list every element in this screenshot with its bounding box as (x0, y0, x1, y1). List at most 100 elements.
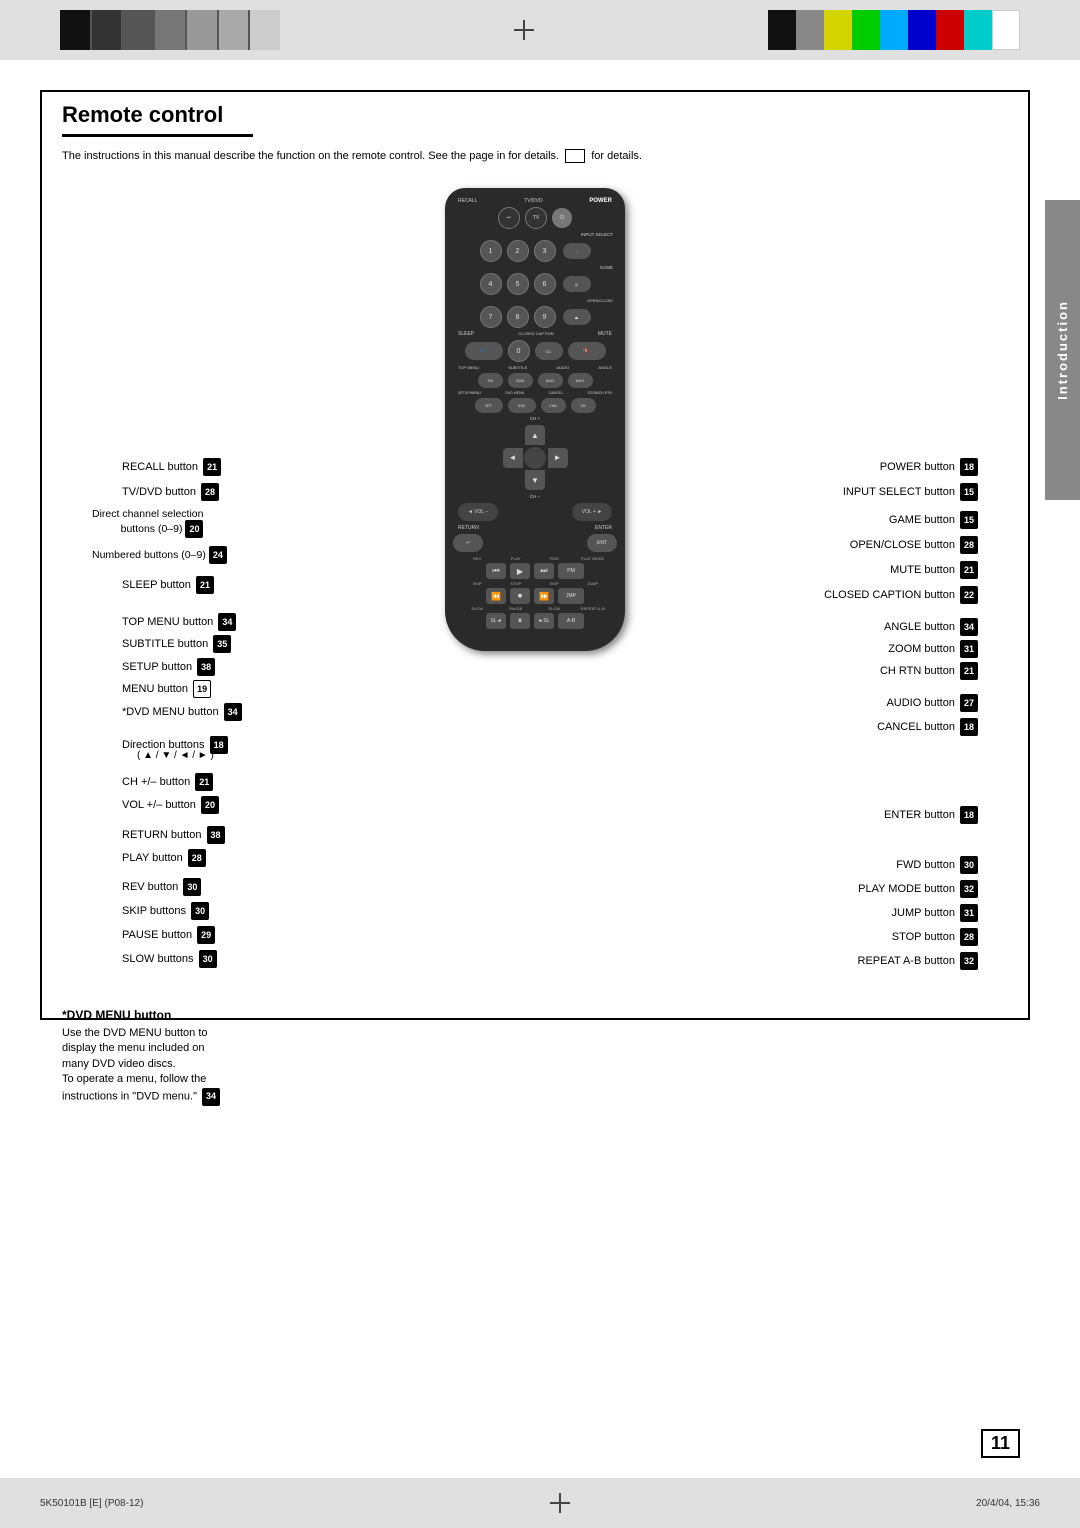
skip-fwd-btn[interactable]: ⏩ (534, 588, 554, 604)
d-pad: ▲ ◄ ► ▼ (503, 425, 568, 490)
crosshair-icon (514, 20, 534, 40)
top-menu-btn[interactable]: TM (478, 373, 503, 388)
audio-btn[interactable]: AUD (538, 373, 563, 388)
stop-label: STOP (497, 581, 536, 586)
anno-return: RETURN button 38 (122, 826, 225, 844)
input-select-btn[interactable]: → (563, 243, 591, 259)
btn-5[interactable]: 5 (507, 273, 529, 295)
ch-plus-label: CH + (453, 416, 617, 421)
recall-label: RECALL (458, 198, 477, 204)
btn-2[interactable]: 2 (507, 240, 529, 262)
jump-btn[interactable]: JMP (558, 588, 584, 604)
tvdvd-btn[interactable]: TV (525, 207, 547, 229)
power-btn[interactable]: ⏻ (552, 208, 572, 228)
btn-0[interactable]: 0 (508, 340, 530, 362)
btn-6[interactable]: 6 (534, 273, 556, 295)
play-label: PLAY (497, 556, 536, 561)
stop-btn[interactable]: ⏹ (510, 588, 530, 604)
anno-game: GAME button 15 (889, 511, 978, 529)
anno-sleep: SLEEP button 21 (122, 576, 214, 594)
anno-top-menu: TOP MENU button 34 (122, 613, 236, 631)
btn-3[interactable]: 3 (534, 240, 556, 262)
anno-closed-caption: CLOSED CAPTION button 22 (824, 586, 978, 604)
dvd-menu-btn[interactable]: DVD (508, 398, 536, 413)
mute-label: MUTE (598, 331, 612, 337)
game-btn[interactable]: ◎ (563, 276, 591, 292)
playback-labels-2: SKIP STOP SKIP JUMP (453, 581, 617, 586)
play-mode-label: PLAY MODE (574, 556, 613, 561)
btn-1[interactable]: 1 (480, 240, 502, 262)
fwd-btn[interactable]: ⏭ (534, 563, 554, 579)
introduction-tab: Introduction (1045, 200, 1080, 500)
row-456: 4 5 6 ◎ (453, 273, 617, 295)
enter-btn[interactable]: ENT (587, 534, 617, 552)
anno-vol: VOL +/– button 20 (122, 796, 219, 814)
ch-plus-btn[interactable]: ▲ (525, 425, 545, 445)
btn-9[interactable]: 9 (534, 306, 556, 328)
anno-angle: ANGLE button 34 (884, 618, 978, 636)
anno-input-select: INPUT SELECT button 15 (843, 483, 978, 501)
open-close-btn[interactable]: ⏏ (563, 309, 591, 325)
tvdvd-label: TV/DVD (524, 198, 542, 204)
section-box: Remote control The instructions in this … (40, 90, 1030, 1020)
playback-row-2: ⏪ ⏹ ⏩ JMP (453, 588, 617, 604)
anno-ch-rtn: CH RTN button 21 (880, 662, 978, 680)
left-btn[interactable]: ◄ (503, 448, 523, 468)
setup-menu-btn[interactable]: SET (475, 398, 503, 413)
mute-btn[interactable]: 🔇 (568, 342, 606, 360)
cc-btn[interactable]: CC (535, 342, 563, 360)
play-mode-btn[interactable]: PM (558, 563, 584, 579)
diagram-area: RECALL button 21 TV/DVD button 28 Direct… (62, 178, 1008, 998)
cancel-btn[interactable]: CAN (541, 398, 566, 413)
skip-back-btn[interactable]: ⏪ (486, 588, 506, 604)
top-bar (0, 0, 1080, 60)
recall-btn[interactable]: ↩ (498, 207, 520, 229)
main-content: Remote control The instructions in this … (40, 70, 1030, 1468)
repeat-ab-btn[interactable]: A-B (558, 613, 584, 629)
subtitle-btn[interactable]: SUB (508, 373, 533, 388)
page-ref-box (565, 149, 585, 163)
rev-btn[interactable]: ⏮ (486, 563, 506, 579)
angle-btn[interactable]: ANG (568, 373, 593, 388)
footer-center (550, 1493, 570, 1513)
page-number: 11 (981, 1429, 1020, 1458)
vol-minus-btn[interactable]: ◄ VOL – (458, 503, 498, 521)
anno-ch: CH +/– button 21 (122, 773, 213, 791)
slow-back-btn[interactable]: SL◄ (486, 613, 506, 629)
slow-fwd-btn[interactable]: ►SL (534, 613, 554, 629)
setup-menu-label: SETUP/MENU (458, 391, 481, 395)
anno-fwd: FWD button 30 (896, 856, 978, 874)
zoom-ch-rtn-btn[interactable]: ZM (571, 398, 596, 413)
game-label: GAME (453, 265, 617, 270)
play-btn[interactable]: ▶ (510, 563, 530, 579)
subtitle-label: SUBTITLE (508, 365, 527, 370)
vol-plus-btn[interactable]: VOL + ► (572, 503, 612, 521)
btn-4[interactable]: 4 (480, 273, 502, 295)
row-setup: SET DVD CAN ZM (453, 398, 617, 413)
btn-7[interactable]: 7 (480, 306, 502, 328)
note-title: *DVD MENU button (62, 1008, 342, 1022)
right-btn[interactable]: ► (548, 448, 568, 468)
row-top: ↩ TV ⏻ (453, 207, 617, 229)
return-btn[interactable]: ↩ (453, 534, 483, 552)
slow-fwd-label: SLOW (535, 606, 574, 611)
tab-label: Introduction (1055, 300, 1070, 400)
dvd-menu-label: DVD MENU (505, 391, 524, 395)
anno-direct-channel: Direct channel selectionbuttons (0–9)20 (92, 508, 203, 538)
menu-row-labels: TOP MENU SUBTITLE AUDIO ANGLE (453, 365, 617, 370)
note-text: Use the DVD MENU button todisplay the me… (62, 1026, 342, 1106)
btn-8[interactable]: 8 (507, 306, 529, 328)
footer-left: 5K50101B [E] (P08-12) (40, 1498, 143, 1509)
pause-btn[interactable]: ⏸ (510, 613, 530, 629)
return-label: RETURN (458, 525, 479, 531)
slow-back-label: SLOW (458, 606, 497, 611)
anno-jump: JUMP button 31 (892, 904, 978, 922)
anno-rev: REV button 30 (122, 878, 201, 896)
ch-label-mid (479, 525, 595, 531)
sleep-btn[interactable]: 💤 (465, 342, 503, 360)
footer-right: 20/4/04, 15:36 (976, 1498, 1040, 1509)
ch-minus-btn[interactable]: ▼ (525, 470, 545, 490)
anno-audio: AUDIO button 27 (886, 694, 978, 712)
black-strip (60, 10, 280, 50)
playback-row-3: SL◄ ⏸ ►SL A-B (453, 613, 617, 629)
